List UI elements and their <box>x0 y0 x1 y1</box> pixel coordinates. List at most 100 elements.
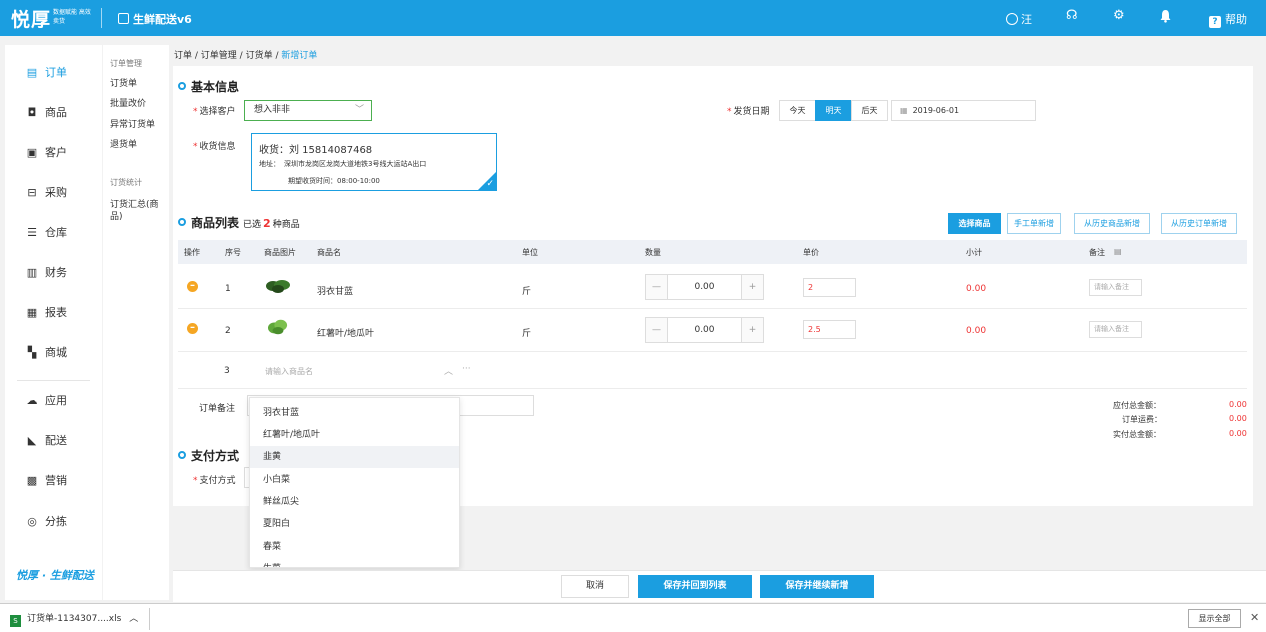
plus-icon[interactable]: + <box>741 275 763 299</box>
quantity-value[interactable]: 0.00 <box>668 275 741 299</box>
divider <box>178 308 1247 309</box>
sidebar-item-finance[interactable]: ▥ 财务 <box>25 263 67 283</box>
dropdown-option[interactable]: 夏阳白 <box>250 513 459 535</box>
cancel-button[interactable]: 取消 <box>561 575 629 598</box>
section-dot-icon <box>178 451 186 459</box>
order-icon: ▤ <box>26 66 38 79</box>
sidebar-item-product[interactable]: ◘ 商品 <box>25 103 67 123</box>
plus-icon[interactable]: + <box>741 318 763 342</box>
section-title-basic: 基本信息 <box>178 78 239 95</box>
marketing-icon: ▩ <box>26 474 38 487</box>
note-input[interactable]: 请输入备注 <box>1089 321 1142 338</box>
subnav-item-orders[interactable]: 订货单 <box>110 78 166 90</box>
subnav-item-batch-price[interactable]: 批量改价 <box>110 98 166 110</box>
dropdown-option[interactable]: 红薯叶/地瓜叶 <box>250 424 459 446</box>
chevron-up-icon[interactable]: ︿ <box>444 364 453 377</box>
customer-label: * 选择客户 <box>193 107 236 117</box>
sidebar-item-label: 配送 <box>45 434 67 447</box>
product-search-input[interactable]: 请输入商品名 <box>265 366 313 377</box>
user-menu[interactable]: 汪 <box>1006 11 1032 27</box>
help-menu[interactable]: ? 帮助 <box>1209 11 1247 28</box>
gear-icon[interactable]: ⚙ <box>1113 8 1125 23</box>
product-unit: 斤 <box>522 287 532 297</box>
sidebar-item-delivery[interactable]: ◣ 配送 <box>25 431 67 451</box>
remove-row-icon[interactable]: – <box>187 323 198 334</box>
minus-icon[interactable]: — <box>646 318 668 342</box>
total-paid-label: 实付总金额： <box>1113 430 1161 439</box>
address-text: 深圳市龙岗区龙岗大道地铁3号线大运站A出口 <box>284 160 427 168</box>
shipping-fee-value: 0.00 <box>1229 414 1247 423</box>
divider <box>178 388 1247 389</box>
date-today-button[interactable]: 今天 <box>779 100 816 121</box>
chevron-down-icon: ﹀ <box>354 105 364 115</box>
quantity-value[interactable]: 0.00 <box>668 318 741 342</box>
dropdown-option[interactable]: 羽衣甘蓝 <box>250 402 459 424</box>
divider <box>17 380 90 381</box>
quantity-stepper[interactable]: —0.00 + <box>645 274 764 300</box>
sidebar-item-store[interactable]: ▚ 商城 <box>25 343 67 363</box>
sidebar-item-label: 采购 <box>45 186 67 199</box>
bell-icon[interactable] <box>1159 9 1172 26</box>
price-input[interactable]: 2 <box>803 278 856 297</box>
show-all-button[interactable]: 显示全部 <box>1188 609 1241 628</box>
dropdown-option[interactable]: 春菜 <box>250 536 459 558</box>
more-icon[interactable]: ··· <box>462 364 471 374</box>
sidebar-item-warehouse[interactable]: ☰ 仓库 <box>25 223 67 243</box>
sidebar-item-sorting[interactable]: ◎ 分拣 <box>25 512 67 532</box>
support-icon[interactable]: ☊ <box>1066 8 1078 23</box>
subnav-item-returns[interactable]: 退货单 <box>110 139 166 151</box>
date-picker[interactable]: ▦ 2019-06-01 <box>891 100 1036 121</box>
receive-label: * 收货信息 <box>193 142 236 152</box>
column-settings-icon[interactable]: ▤ <box>1114 247 1122 256</box>
sidebar-item-label: 商品 <box>45 106 67 119</box>
address-card[interactable]: 收货：刘 15814087468 地址： 深圳市龙岗区龙岗大道地铁3号线大运站A出… <box>251 133 497 191</box>
dropdown-option[interactable]: 生菜 <box>250 558 459 567</box>
price-input[interactable]: 2.5 <box>803 320 856 339</box>
customer-select[interactable]: 想入非非 ﹀ <box>244 100 372 121</box>
history-product-add-button[interactable]: 从历史商品新增 <box>1074 213 1150 234</box>
chevron-up-icon[interactable]: ︿ <box>129 614 138 624</box>
quantity-stepper[interactable]: —0.00 + <box>645 317 764 343</box>
dropdown-option-highlighted[interactable]: 韭黄 <box>250 446 459 468</box>
download-bar: S 订货单-1134307....xls ︿ 显示全部 ✕ <box>0 603 1266 632</box>
note-input[interactable]: 请输入备注 <box>1089 279 1142 296</box>
app-title[interactable]: 生鲜配送v6 <box>118 11 192 27</box>
history-order-add-button[interactable]: 从历史订单新增 <box>1161 213 1237 234</box>
sidebar-item-label: 财务 <box>45 266 67 279</box>
select-product-button[interactable]: 选择商品 <box>948 213 1001 234</box>
close-icon[interactable]: ✕ <box>1250 611 1259 624</box>
sidebar-item-order[interactable]: ▤ 订单 <box>25 63 67 83</box>
product-image <box>268 319 288 335</box>
date-after-tomorrow-button[interactable]: 后天 <box>851 100 888 121</box>
column-header: 商品图片 <box>264 248 296 257</box>
breadcrumb-item[interactable]: 订单 <box>174 51 192 61</box>
manual-add-button[interactable]: 手工单新增 <box>1007 213 1061 234</box>
sidebar-item-apps[interactable]: ☁ 应用 <box>25 391 68 411</box>
save-back-button[interactable]: 保存并回到列表 <box>638 575 752 598</box>
dropdown-option[interactable]: 小白菜 <box>250 469 459 491</box>
table-header: 操作 序号 商品图片 商品名 单位 数量 单价 小计 备注 ▤ <box>178 240 1247 264</box>
section-dot-icon <box>178 218 186 226</box>
logo-tagline: 数据赋能 高效卖货 <box>53 9 91 25</box>
sidebar-item-purchase[interactable]: ⊟ 采购 <box>25 183 67 203</box>
help-icon: ? <box>1209 16 1221 28</box>
sidebar-item-customer[interactable]: ▣ 客户 <box>25 143 67 163</box>
download-item[interactable]: S 订货单-1134307....xls ︿ <box>10 611 138 627</box>
dropdown-option[interactable]: 鲜丝瓜尖 <box>250 491 459 513</box>
app-title-text: 生鲜配送v6 <box>133 13 192 26</box>
sidebar-item-marketing[interactable]: ▩ 营销 <box>25 471 67 491</box>
save-continue-button[interactable]: 保存并继续新增 <box>760 575 874 598</box>
sidebar-item-report[interactable]: ▦ 报表 <box>25 303 67 323</box>
payment-label: * 支付方式 <box>193 476 236 486</box>
breadcrumb-item[interactable]: 订货单 <box>246 51 273 61</box>
remove-row-icon[interactable]: – <box>187 281 198 292</box>
subnav-item-abnormal[interactable]: 异常订货单 <box>110 119 166 131</box>
minus-icon[interactable]: — <box>646 275 668 299</box>
sort-icon: ◎ <box>27 515 37 528</box>
date-tomorrow-button[interactable]: 明天 <box>815 100 852 121</box>
column-header: 商品名 <box>317 248 341 257</box>
sidebar-item-label: 营销 <box>45 474 67 487</box>
subnav-item-summary[interactable]: 订货汇总(商品) <box>110 199 166 223</box>
breadcrumb-item[interactable]: 订单管理 <box>201 51 237 61</box>
spreadsheet-icon: S <box>10 615 21 627</box>
